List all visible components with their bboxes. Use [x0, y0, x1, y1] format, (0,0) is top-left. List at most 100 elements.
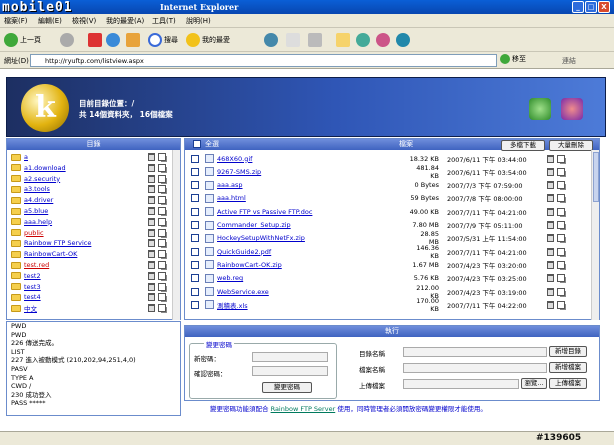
copy-icon[interactable]: [158, 271, 166, 280]
refresh-button[interactable]: [106, 32, 120, 48]
upload-button[interactable]: 上傳檔案: [549, 378, 587, 389]
trash-icon[interactable]: [547, 221, 554, 230]
folder-item[interactable]: a3.tools: [11, 184, 176, 194]
menu-favorites[interactable]: 我的最愛(A): [106, 16, 144, 26]
folder-link[interactable]: test2: [24, 272, 41, 280]
back-button[interactable]: 上一頁: [4, 32, 41, 48]
multi-download-button[interactable]: 多檔下載: [501, 140, 545, 151]
messenger-button[interactable]: [336, 32, 350, 48]
copy-icon[interactable]: [557, 234, 565, 243]
file-link[interactable]: 9267-SMS.zip: [217, 168, 261, 176]
copy-icon[interactable]: [158, 282, 166, 291]
mail-button[interactable]: [286, 32, 300, 48]
file-checkbox[interactable]: [191, 287, 199, 296]
folder-link[interactable]: Rainbow FTP Service: [24, 239, 91, 247]
file-link[interactable]: WebService.exe: [217, 288, 269, 296]
trash-icon[interactable]: [547, 300, 554, 309]
menu-edit[interactable]: 編輯(E): [38, 16, 62, 26]
file-checkbox[interactable]: [191, 260, 199, 269]
file-link[interactable]: HockeySetupWithNetFx.zip: [217, 234, 305, 242]
folder-link[interactable]: a1.download: [24, 164, 66, 172]
file-checkbox[interactable]: [191, 194, 199, 203]
file-link[interactable]: web.reg: [217, 274, 243, 282]
copy-icon[interactable]: [557, 154, 565, 163]
trash-icon[interactable]: [547, 207, 554, 216]
file-link[interactable]: 測積表.xls: [217, 300, 248, 310]
copy-icon[interactable]: [158, 153, 166, 161]
folder-link[interactable]: test4: [24, 293, 41, 301]
change-password-button[interactable]: 變更密碼: [262, 382, 312, 393]
rainbow-ftp-link[interactable]: Rainbow FTP Server: [271, 405, 336, 413]
copy-icon[interactable]: [557, 247, 565, 256]
search-button[interactable]: 搜尋: [148, 32, 178, 48]
folder-item[interactable]: a2.security: [11, 174, 176, 184]
copy-icon[interactable]: [557, 300, 565, 309]
file-link[interactable]: aaa.html: [217, 194, 246, 202]
trash-icon[interactable]: [148, 196, 155, 205]
file-checkbox[interactable]: [191, 221, 199, 230]
file-link[interactable]: Active FTP vs Passive FTP.doc: [217, 208, 312, 216]
extra-button[interactable]: [376, 32, 390, 48]
trash-icon[interactable]: [148, 217, 155, 226]
trash-icon[interactable]: [148, 153, 155, 161]
copy-icon[interactable]: [158, 163, 166, 172]
trash-icon[interactable]: [148, 174, 155, 183]
file-link[interactable]: 468X60.gif: [217, 155, 252, 163]
home-button[interactable]: [126, 32, 140, 48]
scroll-thumb[interactable]: [593, 152, 599, 202]
browse-button[interactable]: 瀏覽...: [521, 378, 547, 389]
new-file-button[interactable]: 新增檔案: [549, 362, 587, 373]
favorites-button[interactable]: 我的最愛: [186, 32, 230, 48]
trash-icon[interactable]: [547, 287, 554, 296]
trash-icon[interactable]: [148, 207, 155, 215]
folder-link[interactable]: test.red: [24, 261, 49, 269]
trash-icon[interactable]: [547, 247, 554, 256]
menu-help[interactable]: 說明(H): [186, 16, 211, 26]
folder-item[interactable]: aaa.help: [11, 217, 176, 227]
folder-link[interactable]: 中文: [24, 303, 37, 313]
file-link[interactable]: aaa.asp: [217, 181, 243, 189]
folder-item[interactable]: test4: [11, 292, 176, 302]
copy-icon[interactable]: [158, 174, 166, 183]
file-link[interactable]: Commander_Setup.zip: [217, 221, 291, 229]
menu-file[interactable]: 檔案(F): [4, 16, 28, 26]
folder-item[interactable]: a: [11, 152, 176, 162]
folder-item[interactable]: Rainbow FTP Service: [11, 238, 176, 248]
menu-view[interactable]: 檢視(V): [72, 16, 96, 26]
copy-icon[interactable]: [158, 196, 166, 205]
copy-icon[interactable]: [158, 228, 166, 237]
copy-icon[interactable]: [158, 261, 166, 269]
copy-icon[interactable]: [557, 167, 565, 176]
trash-icon[interactable]: [547, 194, 554, 203]
folder-link[interactable]: public: [24, 229, 44, 237]
file-link[interactable]: RainbowCart-OK.zip: [217, 261, 282, 269]
copy-icon[interactable]: [158, 293, 166, 302]
folder-link[interactable]: a5.blue: [24, 207, 48, 215]
address-input[interactable]: http://ryuftp.com/listview.aspx: [30, 54, 497, 67]
trash-icon[interactable]: [148, 304, 155, 313]
trash-icon[interactable]: [148, 293, 155, 302]
copy-icon[interactable]: [557, 274, 565, 283]
file-checkbox[interactable]: [191, 234, 199, 243]
folder-link[interactable]: aaa.help: [24, 218, 52, 226]
folder-link[interactable]: a: [24, 153, 28, 161]
refresh-icon[interactable]: [529, 98, 551, 120]
minimize-button[interactable]: _: [572, 1, 584, 13]
trash-icon[interactable]: [547, 181, 554, 190]
new-password-input[interactable]: [252, 352, 328, 362]
folder-link[interactable]: a3.tools: [24, 185, 50, 193]
folder-item[interactable]: test.red: [11, 260, 176, 270]
stop-button[interactable]: [88, 32, 102, 48]
file-checkbox[interactable]: [191, 167, 199, 176]
trash-icon[interactable]: [148, 163, 155, 172]
directory-scrollbar[interactable]: [172, 150, 180, 320]
go-button[interactable]: 移至: [500, 54, 526, 64]
trash-icon[interactable]: [547, 260, 554, 269]
trash-icon[interactable]: [547, 167, 554, 176]
folder-link[interactable]: a2.security: [24, 175, 60, 183]
new-dir-button[interactable]: 新增目錄: [549, 346, 587, 357]
copy-icon[interactable]: [557, 194, 565, 203]
dir-name-input[interactable]: [403, 347, 547, 357]
file-checkbox[interactable]: [191, 300, 199, 309]
menu-tools[interactable]: 工具(T): [152, 16, 176, 26]
